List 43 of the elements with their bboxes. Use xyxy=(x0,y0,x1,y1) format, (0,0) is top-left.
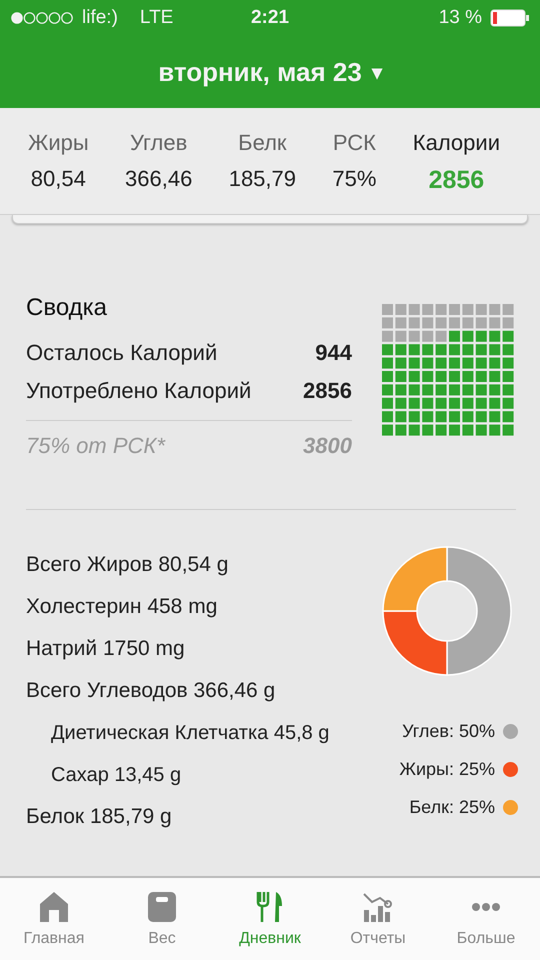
date-title[interactable]: вторник, мая 23 xyxy=(158,56,362,88)
macro-value: 2856 xyxy=(428,166,484,195)
nutrient-text: Всего Углеводов 366,46 g xyxy=(26,678,276,704)
signal-icon xyxy=(10,11,74,25)
network-type: LTE xyxy=(140,7,174,29)
summary-label: Употреблено Калорий xyxy=(26,378,252,404)
legend-label: Жиры: 25% xyxy=(399,758,495,780)
tab-button[interactable]: Главная xyxy=(0,878,108,960)
macro-label: РСК xyxy=(332,130,376,156)
macro-label: Калории xyxy=(412,130,500,156)
nutrient-text: Холестерин 458 mg xyxy=(26,594,218,620)
macro-label: Жиры xyxy=(28,130,89,156)
macro-value: 366,46 xyxy=(125,166,192,192)
tab-button[interactable]: Дневник xyxy=(216,878,324,960)
nutrient-text: Белок 185,79 g xyxy=(26,804,173,830)
tab-button[interactable]: Отчеты xyxy=(324,878,432,960)
macro-value: 80,54 xyxy=(30,166,86,192)
scale-icon xyxy=(146,890,178,924)
clock-time: 2:21 xyxy=(250,7,290,28)
legend-label: Белк: 25% xyxy=(409,796,495,818)
nutrient-text: Сахар 13,45 g xyxy=(50,762,182,788)
battery-icon xyxy=(490,9,530,27)
goal-value: 3800 xyxy=(303,433,352,459)
nutrient-text: Натрий 1750 mg xyxy=(26,636,186,662)
macro-label: Белк xyxy=(238,130,287,156)
legend-label: Углев: 50% xyxy=(402,720,495,742)
nutrient-text: Диетическая Клетчатка 45,8 g xyxy=(50,720,330,746)
more-icon xyxy=(470,902,502,912)
house-icon xyxy=(38,890,70,924)
nutrient-text: Всего Жиров 80,54 g xyxy=(26,552,230,578)
summary-value: 944 xyxy=(315,340,352,366)
tab-button[interactable]: Больше xyxy=(432,878,540,960)
macro-label: Углев xyxy=(130,130,188,156)
summary-value: 2856 xyxy=(303,378,352,404)
tab-button[interactable]: Вес xyxy=(108,878,216,960)
macro-value: 75% xyxy=(332,166,376,192)
macro-value: 185,79 xyxy=(228,166,296,192)
section-title: Сводка xyxy=(26,294,108,322)
summary-label: Осталось Калорий xyxy=(26,340,218,366)
battery-percent: 13 % xyxy=(438,7,482,29)
carrier-name: life:) xyxy=(82,7,118,29)
goal-label: 75% от РСК* xyxy=(26,433,165,459)
caret-icon[interactable]: ▾ xyxy=(372,60,382,84)
